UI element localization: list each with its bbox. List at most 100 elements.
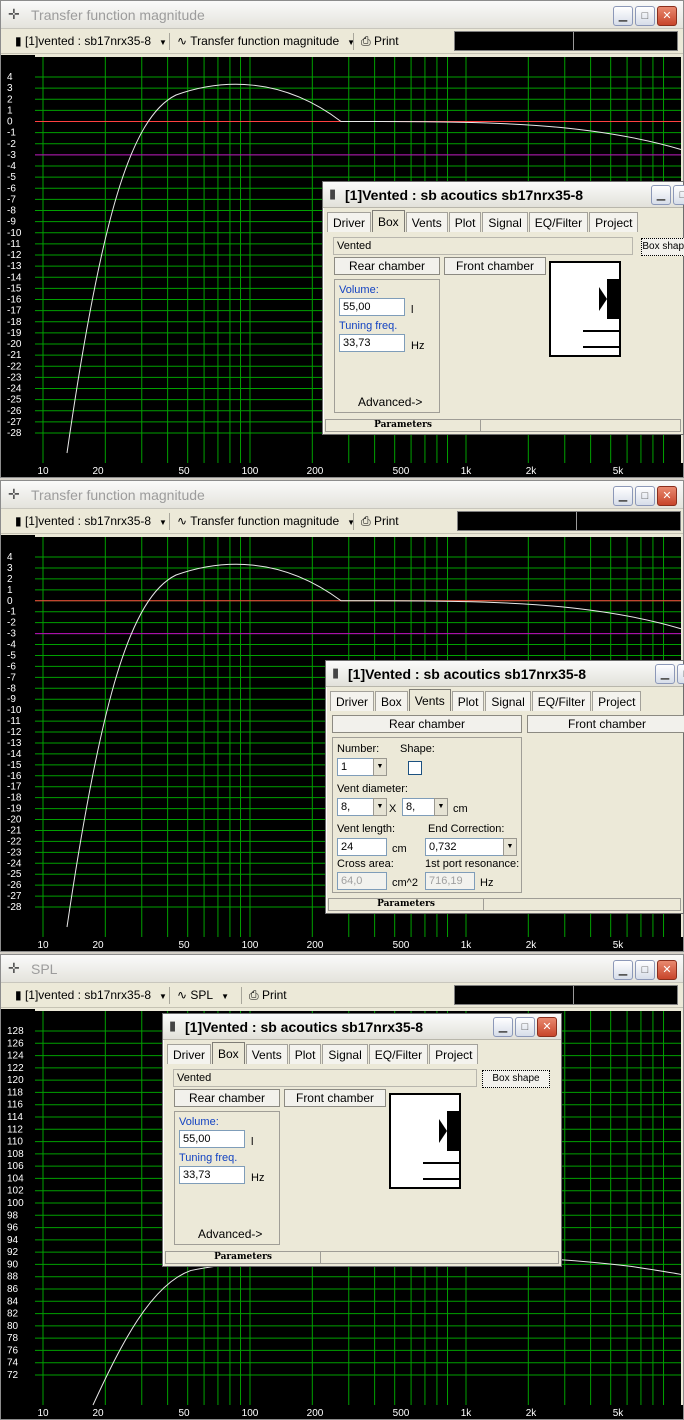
project-dropdown[interactable]: ▮ [1]vented : sb17nrx35-8 ▼ xyxy=(15,34,167,48)
status-text: Parameters xyxy=(329,899,484,910)
dialog-titlebar[interactable]: ▮ [1]Vented : sb acoutics sb17nrx35-8 ▁ … xyxy=(323,182,684,208)
window-title: Transfer function magnitude xyxy=(31,7,205,23)
tab-plot[interactable]: Plot xyxy=(448,212,482,232)
tuning-freq-unit: Hz xyxy=(251,1172,265,1184)
y-tick-label: -9 xyxy=(7,694,16,705)
maximize-button[interactable]: □ xyxy=(635,6,655,26)
chevron-down-icon[interactable]: ▼ xyxy=(434,798,448,816)
box-shape-button[interactable]: Box shape xyxy=(641,238,684,256)
y-tick-label: 116 xyxy=(7,1100,23,1111)
dialog-titlebar[interactable]: ▮ [1]Vented : sb acoutics sb17nrx35-8 ▁ … xyxy=(326,661,684,687)
minimize-button[interactable]: ▁ xyxy=(613,960,633,980)
graph-type-dropdown[interactable]: ∿ SPL ▼ xyxy=(177,988,229,1002)
box-shape-button[interactable]: Box shape xyxy=(482,1070,550,1088)
tab-vents[interactable]: Vents xyxy=(405,212,448,232)
volume-input[interactable]: 55,00 xyxy=(179,1130,245,1148)
tab-plot[interactable]: Plot xyxy=(288,1044,322,1064)
y-tick-label: -20 xyxy=(7,339,22,350)
front-chamber-button[interactable]: Front chamber xyxy=(444,257,546,275)
maximize-button[interactable]: □ xyxy=(635,960,655,980)
maximize-button[interactable]: □ xyxy=(677,664,684,684)
tab-plot[interactable]: Plot xyxy=(451,691,485,711)
rear-chamber-button[interactable]: Rear chamber xyxy=(174,1089,280,1107)
rear-chamber-button[interactable]: Rear chamber xyxy=(334,257,440,275)
number-select[interactable]: 1 ▼ xyxy=(337,758,387,776)
y-tick-label: 124 xyxy=(7,1051,24,1062)
y-tick-label: 128 xyxy=(7,1026,24,1037)
rear-chamber-button[interactable]: Rear chamber xyxy=(332,715,522,733)
graph-type-dropdown[interactable]: ∿ Transfer function magnitude ▼ xyxy=(177,514,355,528)
minimize-button[interactable]: ▁ xyxy=(655,664,675,684)
advanced-link[interactable]: Advanced-> xyxy=(358,395,422,409)
project-dropdown[interactable]: ▮ [1]vented : sb17nrx35-8 ▼ xyxy=(15,988,167,1002)
chevron-down-icon[interactable]: ▼ xyxy=(373,758,387,776)
y-tick-label: -13 xyxy=(7,738,22,749)
cross-area-input: 64,0 xyxy=(337,872,387,890)
tab-signal[interactable]: Signal xyxy=(482,212,528,232)
tab-box[interactable]: Box xyxy=(375,691,408,711)
tab-project[interactable]: Project xyxy=(589,212,639,232)
maximize-button[interactable]: □ xyxy=(515,1017,535,1037)
tab-signal[interactable]: Signal xyxy=(485,691,531,711)
tab-eq-filter[interactable]: EQ/Filter xyxy=(528,212,589,232)
tab-box[interactable]: Box xyxy=(212,1042,245,1064)
tab-vents[interactable]: Vents xyxy=(408,689,451,711)
tab-driver[interactable]: Driver xyxy=(330,691,374,711)
end-correction-select[interactable]: 0,732 ▼ xyxy=(425,838,517,856)
y-tick-label: -11 xyxy=(7,716,21,727)
maximize-button[interactable]: □ xyxy=(635,486,655,506)
print-button[interactable]: ⎙ Print xyxy=(361,514,399,529)
close-button[interactable]: ✕ xyxy=(657,960,677,980)
vent-diameter-1-select[interactable]: 8, ▼ xyxy=(337,798,387,816)
tab-vents[interactable]: Vents xyxy=(245,1044,288,1064)
box-type-select[interactable]: Vented xyxy=(333,237,633,255)
tab-box[interactable]: Box xyxy=(372,210,405,232)
tab-driver[interactable]: Driver xyxy=(167,1044,211,1064)
print-button[interactable]: ⎙ Print xyxy=(249,988,287,1003)
tuning-freq-input[interactable]: 33,73 xyxy=(179,1166,245,1184)
box-type-select[interactable]: Vented xyxy=(173,1069,477,1087)
shape-checkbox[interactable] xyxy=(408,761,422,775)
tuning-freq-input[interactable]: 33,73 xyxy=(339,334,405,352)
volume-input[interactable]: 55,00 xyxy=(339,298,405,316)
close-button[interactable]: ✕ xyxy=(657,6,677,26)
close-button[interactable]: ✕ xyxy=(537,1017,557,1037)
x-tick-label: 200 xyxy=(307,1408,324,1419)
advanced-link[interactable]: Advanced-> xyxy=(198,1227,262,1241)
dialog-statusbar: Parameters xyxy=(165,1251,559,1264)
minimize-button[interactable]: ▁ xyxy=(493,1017,513,1037)
project-dropdown[interactable]: ▮ [1]vented : sb17nrx35-8 ▼ xyxy=(15,514,167,528)
tab-driver[interactable]: Driver xyxy=(327,212,371,232)
x-tick-label: 20 xyxy=(92,940,104,951)
system-menu-icon[interactable]: ✛ xyxy=(8,6,20,23)
front-chamber-button[interactable]: Front chamber xyxy=(284,1089,386,1107)
minimize-button[interactable]: ▁ xyxy=(651,185,671,205)
print-button[interactable]: ⎙ Print xyxy=(361,34,399,49)
front-chamber-button[interactable]: Front chamber xyxy=(527,715,684,733)
window-titlebar[interactable]: ✛ Transfer function magnitude ▁ □ ✕ xyxy=(1,1,683,29)
system-menu-icon[interactable]: ✛ xyxy=(8,486,20,503)
box-dialog-1: ▮ [1]Vented : sb acoutics sb17nrx35-8 ▁ … xyxy=(322,181,684,435)
window-titlebar[interactable]: ✛ SPL ▁ □ ✕ xyxy=(1,955,683,983)
minimize-button[interactable]: ▁ xyxy=(613,6,633,26)
tab-project[interactable]: Project xyxy=(592,691,642,711)
vent-diameter-2-select[interactable]: 8, ▼ xyxy=(402,798,448,816)
times-sign: X xyxy=(389,803,397,815)
y-tick-label: 114 xyxy=(7,1112,23,1123)
close-button[interactable]: ✕ xyxy=(657,486,677,506)
maximize-button[interactable]: □ xyxy=(673,185,684,205)
tab-eq-filter[interactable]: EQ/Filter xyxy=(531,691,592,711)
chevron-down-icon[interactable]: ▼ xyxy=(503,838,517,856)
minimize-button[interactable]: ▁ xyxy=(613,486,633,506)
tab-project[interactable]: Project xyxy=(429,1044,479,1064)
y-tick-label: -2 xyxy=(7,618,16,629)
window-titlebar[interactable]: ✛ Transfer function magnitude ▁ □ ✕ xyxy=(1,481,683,509)
system-menu-icon[interactable]: ✛ xyxy=(8,960,20,977)
tab-eq-filter[interactable]: EQ/Filter xyxy=(368,1044,429,1064)
y-tick-label: -15 xyxy=(7,283,22,294)
vent-length-input[interactable]: 24 xyxy=(337,838,387,856)
chevron-down-icon[interactable]: ▼ xyxy=(373,798,387,816)
tab-signal[interactable]: Signal xyxy=(322,1044,368,1064)
graph-type-dropdown[interactable]: ∿ Transfer function magnitude ▼ xyxy=(177,34,355,48)
dialog-titlebar[interactable]: ▮ [1]Vented : sb acoutics sb17nrx35-8 ▁ … xyxy=(163,1014,561,1040)
